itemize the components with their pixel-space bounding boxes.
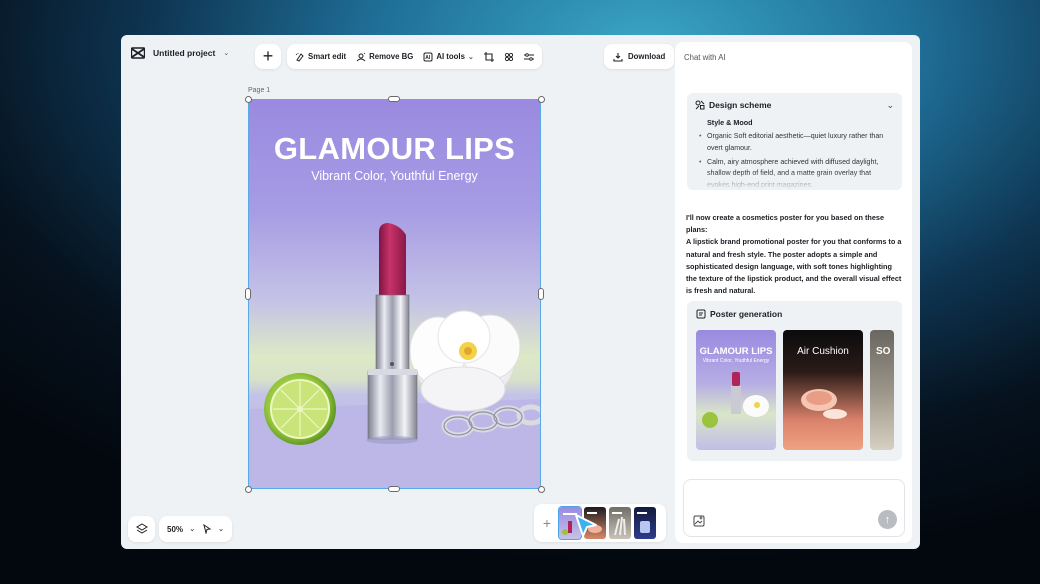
adjust-button[interactable] xyxy=(523,52,534,62)
image-upload-icon[interactable] xyxy=(693,515,705,527)
design-scheme-header: Design scheme xyxy=(695,100,771,110)
resize-handle-top-left[interactable] xyxy=(245,96,252,103)
poster-generation-card: Poster generation GLAMOUR LIPS Vibrant C… xyxy=(687,301,902,461)
smart-edit-label: Smart edit xyxy=(308,52,347,61)
page-label: Page 1 xyxy=(248,87,271,94)
smart-edit-button[interactable]: Smart edit xyxy=(295,52,346,62)
poster-generation-header: Poster generation xyxy=(696,309,782,319)
page-thumbnails: + xyxy=(534,504,666,542)
capcut-logo-icon xyxy=(131,47,145,59)
resize-handle-top[interactable] xyxy=(388,96,400,102)
crop-icon xyxy=(483,51,494,62)
generated-poster-title: SO xyxy=(876,346,891,357)
design-palette-icon xyxy=(695,100,705,110)
fade-overlay xyxy=(687,172,902,190)
pointer-tool-icon[interactable] xyxy=(202,524,212,534)
page-thumbnail[interactable] xyxy=(634,507,656,539)
chat-panel: Chat with AI Design scheme ⌄ Style & Moo… xyxy=(675,42,912,543)
generated-poster-air-cushion[interactable]: Air Cushion xyxy=(783,330,863,450)
pattern-icon xyxy=(504,52,513,61)
chevron-down-icon[interactable]: ⌄ xyxy=(886,100,894,111)
generated-poster-title: GLAMOUR LIPS xyxy=(699,346,773,357)
design-scheme-heading: Design scheme xyxy=(709,100,772,110)
resize-handle-bottom-left[interactable] xyxy=(245,486,252,493)
add-button[interactable]: + xyxy=(255,44,281,69)
poster-generation-heading: Poster generation xyxy=(710,309,783,319)
layers-button[interactable] xyxy=(128,516,155,542)
zoom-control[interactable]: 50% ⌄ ⌄ xyxy=(159,516,232,542)
resize-handle-right[interactable] xyxy=(538,288,544,300)
crop-button[interactable] xyxy=(483,51,494,62)
add-page-icon[interactable]: + xyxy=(538,515,556,531)
chevron-down-icon: ⌄ xyxy=(189,526,196,533)
thumbnail-art xyxy=(637,512,650,533)
smart-edit-icon xyxy=(295,52,304,62)
download-button[interactable]: Download xyxy=(604,44,675,69)
chat-title: Chat with AI xyxy=(684,53,726,62)
plus-icon: + xyxy=(262,46,274,66)
poster-title[interactable]: GLAMOUR LIPS xyxy=(248,131,541,167)
remove-bg-button[interactable]: Remove BG xyxy=(356,52,413,62)
chevron-down-icon: ⌄ xyxy=(218,526,224,533)
ai-message: I'll now create a cosmetics poster for y… xyxy=(686,212,904,297)
resize-handle-left[interactable] xyxy=(245,288,251,300)
layers-icon xyxy=(135,523,148,534)
resize-handle-bottom-right[interactable] xyxy=(538,486,545,493)
design-scheme-card[interactable]: Design scheme ⌄ Style & Mood Organic Sof… xyxy=(687,93,902,190)
poster-doc-icon xyxy=(696,309,706,319)
resize-handle-top-right[interactable] xyxy=(538,96,545,103)
sliders-icon xyxy=(523,52,534,61)
ai-tools-icon: AI xyxy=(423,52,433,61)
zoom-level: 50% xyxy=(167,524,184,534)
chat-input[interactable]: ↑ xyxy=(683,479,905,537)
remove-bg-label: Remove BG xyxy=(369,52,414,61)
ai-tools-button[interactable]: AI AI tools ⌄ xyxy=(423,52,474,62)
project-title: Untitled project xyxy=(153,48,216,58)
ai-message-intro: I'll now create a cosmetics poster for y… xyxy=(686,213,884,235)
page-thumbnail[interactable] xyxy=(609,507,631,539)
edit-toolbar: Smart edit Remove BG AI AI tools ⌄ xyxy=(287,44,542,69)
project-menu[interactable]: Untitled project ⌄ xyxy=(131,47,229,59)
generated-poster-glamour[interactable]: GLAMOUR LIPS Vibrant Color, Youthful Ene… xyxy=(696,330,776,450)
pattern-button[interactable] xyxy=(504,52,514,62)
resize-handle-bottom[interactable] xyxy=(388,486,400,492)
list-item: Organic Soft editorial aesthetic—quiet l… xyxy=(699,131,895,155)
send-button[interactable]: ↑ xyxy=(878,510,897,529)
poster-canvas[interactable]: GLAMOUR LIPS Vibrant Color, Youthful Ene… xyxy=(248,99,541,489)
ai-tools-label: AI tools xyxy=(436,52,465,61)
remove-bg-icon xyxy=(356,52,366,61)
ai-message-body: A lipstick brand promotional poster for … xyxy=(686,237,902,296)
generated-poster-subtitle: Vibrant Color, Youthful Energy xyxy=(702,358,770,364)
arrow-up-icon: ↑ xyxy=(884,513,891,526)
download-label: Download xyxy=(628,52,666,61)
svg-text:AI: AI xyxy=(426,55,432,61)
chevron-down-icon: ⌄ xyxy=(467,53,474,61)
style-mood-heading: Style & Mood xyxy=(707,118,753,127)
download-icon xyxy=(613,52,623,62)
app-window: Untitled project ⌄ + Smart edit Remove B… xyxy=(121,35,920,549)
generated-poster-partial[interactable]: SO xyxy=(870,330,894,450)
poster-subtitle[interactable]: Vibrant Color, Youthful Energy xyxy=(248,169,541,183)
thumbnail-art xyxy=(612,512,626,536)
chevron-down-icon: ⌄ xyxy=(223,50,230,57)
mouse-cursor-icon xyxy=(575,514,597,537)
generated-poster-title: Air Cushion xyxy=(797,346,849,357)
